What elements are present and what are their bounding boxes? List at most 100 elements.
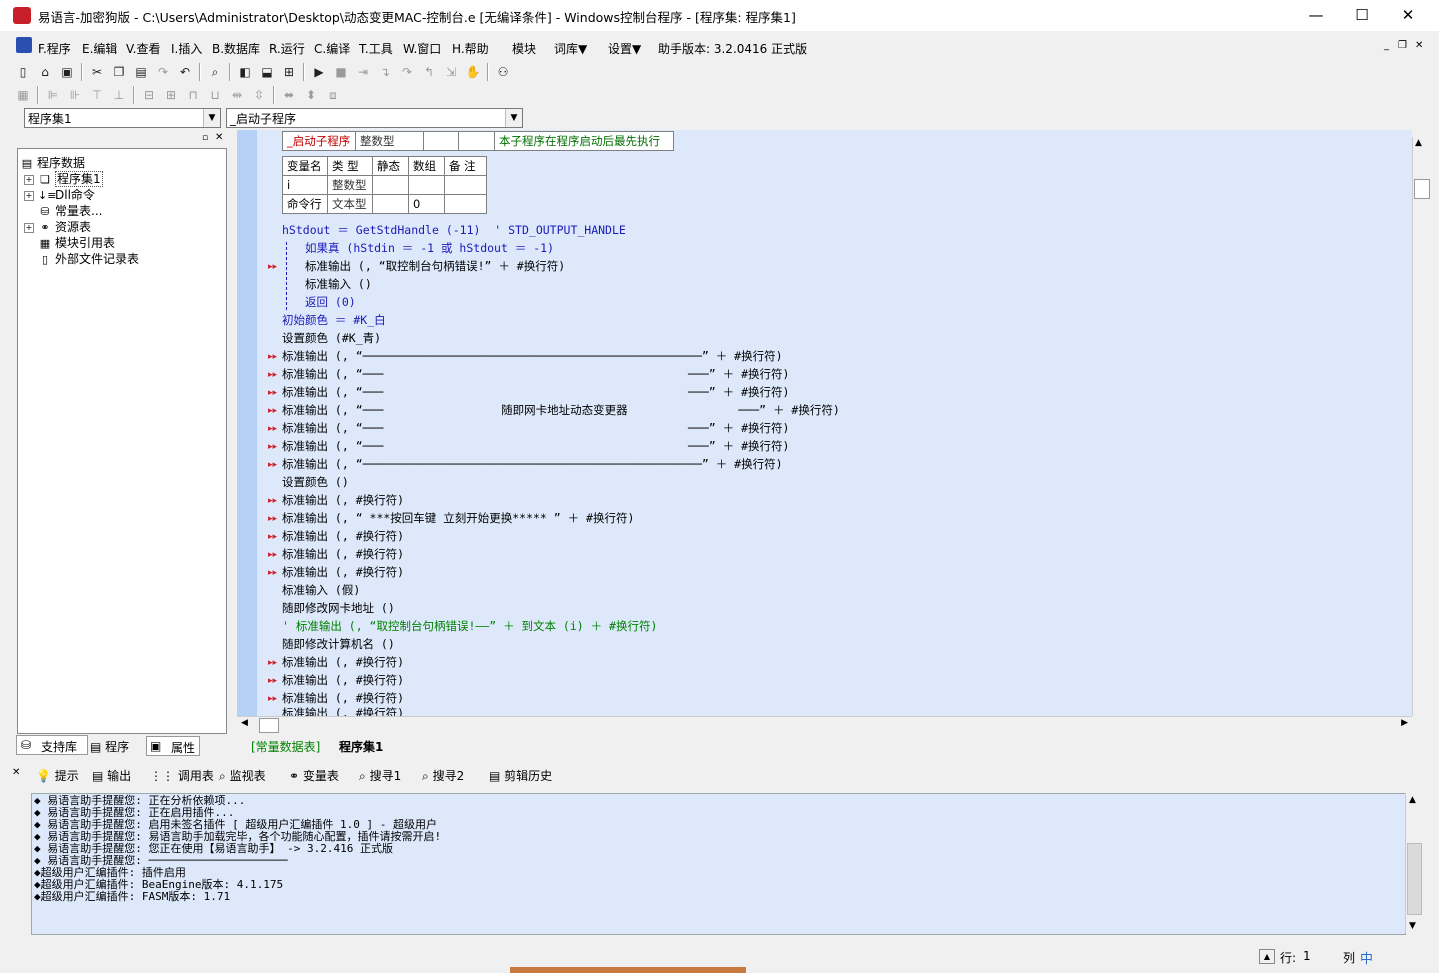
scroll-thumb[interactable] xyxy=(1407,843,1422,915)
tree-item-modules[interactable]: ▦ 模块引用表 xyxy=(38,234,115,251)
menu-tools[interactable]: T.工具 xyxy=(359,40,393,57)
tab-program[interactable]: ▤ 程序 xyxy=(90,738,129,755)
assembly-select[interactable]: 程序集1 ▼ xyxy=(24,108,221,128)
menu-help[interactable]: H.帮助 xyxy=(452,40,489,57)
fit-both-icon[interactable]: ⧈ xyxy=(322,85,344,105)
hand-icon[interactable]: ✋ xyxy=(462,62,484,82)
output-vertical-scrollbar[interactable]: ▲ ▼ xyxy=(1405,793,1422,933)
ime-indicator[interactable]: 中 xyxy=(1360,948,1373,967)
tab-search2[interactable]: ⌕ 搜寻2 xyxy=(422,767,464,784)
copy-icon[interactable]: ❐ xyxy=(108,62,130,82)
form-icon[interactable]: ▦ xyxy=(12,85,34,105)
subroutine-note[interactable]: 本子程序在程序启动后最先执行 xyxy=(494,131,674,151)
tab-assembly1[interactable]: 程序集1 xyxy=(339,738,383,755)
panel-pin-icon[interactable]: ▫ xyxy=(202,133,208,143)
code-line[interactable]: 标准输出 (, #换行符) xyxy=(282,654,404,670)
var-name[interactable]: i xyxy=(282,175,328,195)
menu-settings[interactable]: 设置▼ xyxy=(608,40,641,57)
minimize-button[interactable]: — xyxy=(1293,0,1339,31)
run-icon[interactable]: ▶ xyxy=(308,62,330,82)
var-static[interactable] xyxy=(372,175,409,195)
scroll-thumb[interactable] xyxy=(1414,179,1430,199)
cut-icon[interactable]: ✂ xyxy=(86,62,108,82)
scroll-right-icon[interactable]: ▶ xyxy=(1401,718,1408,728)
step-over-icon[interactable]: ↷ xyxy=(396,62,418,82)
tree-item-resources[interactable]: ⚭ 资源表 xyxy=(38,218,91,235)
chevron-down-icon[interactable]: ▼ xyxy=(203,109,220,127)
menu-compile[interactable]: C.编译 xyxy=(314,40,350,57)
paste-icon[interactable]: ▤ xyxy=(130,62,152,82)
fit-width-icon[interactable]: ⬌ xyxy=(278,85,300,105)
code-comment-line[interactable]: ' 标准输出 (, “取控制台句柄错误!——” ＋ 到文本 (i) ＋ #换行符… xyxy=(282,618,657,634)
space-horizontal-icon[interactable]: ⇹ xyxy=(226,85,248,105)
code-line[interactable]: 随即修改计算机名 () xyxy=(282,636,395,652)
tab-constants-table[interactable]: [常量数据表] xyxy=(251,738,320,755)
editor-horizontal-scrollbar[interactable]: ◀ ▶ xyxy=(237,716,1412,733)
tab-properties[interactable]: ▣ 属性 xyxy=(146,736,200,756)
stop-icon[interactable]: ■ xyxy=(330,62,352,82)
panel-close-icon[interactable]: ✕ xyxy=(215,132,223,143)
tab-search1[interactable]: ⌕ 搜寻1 xyxy=(359,767,401,784)
caret-up-icon[interactable]: ▲ xyxy=(1259,949,1275,964)
code-line[interactable]: 标准输出 (, #换行符) xyxy=(282,546,404,562)
step-icon[interactable]: ⇥ xyxy=(352,62,374,82)
mdi-minimize-button[interactable]: _ xyxy=(1384,40,1389,51)
scroll-up-icon[interactable]: ▲ xyxy=(1409,795,1416,805)
step-into-icon[interactable]: ↴ xyxy=(374,62,396,82)
center-vertical-icon[interactable]: ⊞ xyxy=(160,85,182,105)
new-file-icon[interactable]: ▯ xyxy=(12,62,34,82)
fit-height-icon[interactable]: ⬍ xyxy=(300,85,322,105)
code-line[interactable]: 如果真 (hStdin ＝ -1 或 hStdout ＝ -1) xyxy=(305,240,554,256)
menu-thesaurus[interactable]: 词库▼ xyxy=(554,40,587,57)
expand-icon[interactable]: + xyxy=(24,191,34,201)
code-line[interactable]: 标准输出 (, #换行符) xyxy=(282,705,404,716)
code-line[interactable]: 标准输出 (, “取控制台句柄错误!” ＋ #换行符) xyxy=(305,258,565,274)
tree-item-dll[interactable]: ↓≡Dll命令 xyxy=(38,186,95,203)
code-line[interactable]: 标准输出 (, “───────────────────────────────… xyxy=(282,456,783,472)
code-line[interactable]: 设置颜色 (#K_青) xyxy=(282,330,381,346)
code-line[interactable]: 标准输出 (, #换行符) xyxy=(282,690,404,706)
space-vertical-icon[interactable]: ⇳ xyxy=(248,85,270,105)
scroll-down-icon[interactable]: ▼ xyxy=(1409,921,1416,931)
var-note[interactable] xyxy=(444,194,487,214)
code-line[interactable]: hStdout ＝ GetStdHandle (-11) ' STD_OUTPU… xyxy=(282,222,626,238)
code-line[interactable]: 设置颜色 () xyxy=(282,474,349,490)
var-array[interactable]: 0 xyxy=(408,194,445,214)
align-top-icon[interactable]: ⊤ xyxy=(86,85,108,105)
code-line[interactable]: 标准输出 (, #换行符) xyxy=(282,492,404,508)
code-line[interactable]: 标准输入 () xyxy=(305,276,372,292)
tab-support-library[interactable]: ⛁ 支持库 xyxy=(16,735,88,755)
table-row[interactable]: 命令行 文本型 0 xyxy=(282,194,487,214)
var-type[interactable]: 文本型 xyxy=(327,194,373,214)
open-folder-icon[interactable]: ⌂ xyxy=(34,62,56,82)
code-line[interactable]: 标准输出 (, “ ***按回车键 立刻开始更换***** ” ＋ #换行符) xyxy=(282,510,634,526)
code-line[interactable]: 标准输入 (假) xyxy=(282,582,360,598)
code-line[interactable]: 初始颜色 ＝ #K_白 xyxy=(282,312,386,328)
tab-watch[interactable]: ⌕ 监视表 xyxy=(219,767,266,784)
menu-run[interactable]: R.运行 xyxy=(269,40,305,57)
var-type[interactable]: 整数型 xyxy=(327,175,373,195)
layout-left-icon[interactable]: ◧ xyxy=(234,62,256,82)
var-array[interactable] xyxy=(408,175,445,195)
code-line[interactable]: 标准输出 (, “─── ───” ＋ #换行符) xyxy=(282,438,789,454)
var-static[interactable] xyxy=(372,194,409,214)
tab-tips[interactable]: 💡 提示 xyxy=(36,767,79,784)
menu-edit[interactable]: E.编辑 xyxy=(82,40,117,57)
undo-icon[interactable]: ↶ xyxy=(174,62,196,82)
mdi-close-button[interactable]: ✕ xyxy=(1415,40,1423,51)
menu-insert[interactable]: I.插入 xyxy=(171,40,202,57)
menu-database[interactable]: B.数据库 xyxy=(212,40,260,57)
subroutine-return-type[interactable]: 整数型 xyxy=(355,131,424,151)
tree-item-assembly[interactable]: ❏ 程序集1 xyxy=(38,170,103,187)
code-line[interactable]: 标准输出 (, “─── 随即网卡地址动态变更器 ───” ＋ #换行符) xyxy=(282,402,840,418)
tree-item-external-files[interactable]: ▯ 外部文件记录表 xyxy=(38,250,139,267)
redo-icon[interactable]: ↷ xyxy=(152,62,174,82)
code-line[interactable]: 标准输出 (, “───────────────────────────────… xyxy=(282,348,783,364)
scroll-thumb[interactable] xyxy=(259,718,279,733)
var-name[interactable]: 命令行 xyxy=(282,194,328,214)
mdi-restore-button[interactable]: ❐ xyxy=(1398,40,1407,51)
editor-vertical-scrollbar[interactable]: ▲ xyxy=(1412,137,1430,716)
align-left-icon[interactable]: ⊫ xyxy=(42,85,64,105)
expand-icon[interactable]: + xyxy=(24,175,34,185)
expand-icon[interactable]: + xyxy=(24,223,34,233)
